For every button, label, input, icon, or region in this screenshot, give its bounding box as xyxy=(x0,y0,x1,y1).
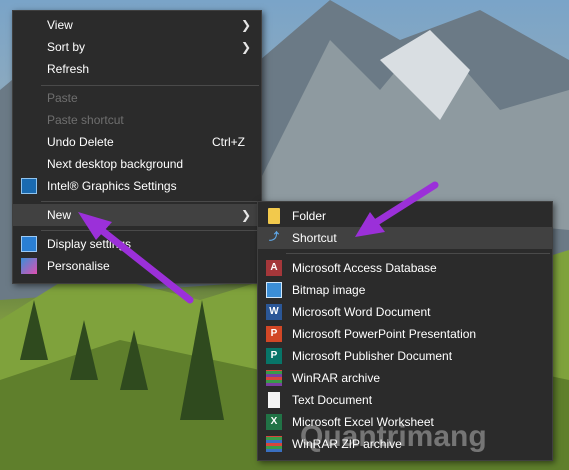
menu-item-shortcut-key: Ctrl+Z xyxy=(212,135,245,149)
menu-item-label: Bitmap image xyxy=(292,283,366,297)
menu-item-paste-shortcut: Paste shortcut xyxy=(13,109,261,131)
menu-item-label: Undo Delete xyxy=(47,135,114,149)
shortcut-icon: ⤴ xyxy=(269,232,279,243)
menu-item-label: WinRAR archive xyxy=(292,371,381,385)
tree xyxy=(20,300,48,360)
menu-item-label: Paste shortcut xyxy=(47,113,124,127)
menu-item-label: New xyxy=(47,208,72,222)
menu-item-display-settings[interactable]: Display settings xyxy=(13,233,261,255)
powerpoint-icon: P xyxy=(266,326,282,342)
menu-item-label: Sort by xyxy=(47,40,86,54)
text-document-icon xyxy=(268,392,280,408)
publisher-icon: P xyxy=(266,348,282,364)
menu-separator xyxy=(41,230,259,231)
menu-item-label: Microsoft Word Document xyxy=(292,305,431,319)
menu-item-label: Next desktop background xyxy=(47,157,184,171)
menu-item-personalise[interactable]: Personalise xyxy=(13,255,261,277)
bitmap-icon xyxy=(266,282,282,298)
submenu-item-winrar-archive[interactable]: WinRAR archive xyxy=(258,367,552,389)
winrar-icon xyxy=(266,370,282,386)
chevron-right-icon: ❯ xyxy=(240,208,251,222)
submenu-item-word-document[interactable]: W Microsoft Word Document xyxy=(258,301,552,323)
folder-icon xyxy=(268,208,280,224)
menu-item-refresh[interactable]: Refresh xyxy=(13,58,261,80)
chevron-right-icon: ❯ xyxy=(240,40,251,54)
tree xyxy=(70,320,98,380)
access-icon: A xyxy=(266,260,282,276)
submenu-item-folder[interactable]: Folder xyxy=(258,205,552,227)
menu-item-view[interactable]: View ❯ xyxy=(13,14,261,36)
menu-item-label: Folder xyxy=(292,209,327,223)
submenu-item-bitmap-image[interactable]: Bitmap image xyxy=(258,279,552,301)
menu-item-label: View xyxy=(47,18,73,32)
menu-item-undo-delete[interactable]: Undo Delete Ctrl+Z xyxy=(13,131,261,153)
menu-item-intel-graphics-settings[interactable]: Intel® Graphics Settings xyxy=(13,175,261,197)
intel-graphics-icon xyxy=(21,178,37,194)
display-icon xyxy=(21,236,37,252)
menu-item-label: Microsoft PowerPoint Presentation xyxy=(292,327,477,341)
desktop-context-menu: View ❯ Sort by ❯ Refresh Paste Paste sho… xyxy=(12,10,262,284)
menu-item-label: Intel® Graphics Settings xyxy=(47,179,177,193)
submenu-item-access-database[interactable]: A Microsoft Access Database xyxy=(258,257,552,279)
menu-item-label: Refresh xyxy=(47,62,90,76)
menu-item-paste: Paste xyxy=(13,87,261,109)
watermark-logo: Quantrimang xyxy=(300,420,487,453)
menu-item-label: Paste xyxy=(47,91,78,105)
tree xyxy=(180,300,224,420)
menu-item-label: Microsoft Access Database xyxy=(292,261,437,275)
submenu-item-powerpoint-presentation[interactable]: P Microsoft PowerPoint Presentation xyxy=(258,323,552,345)
menu-item-label: Personalise xyxy=(47,259,110,273)
menu-item-new[interactable]: New ❯ xyxy=(13,204,261,226)
excel-icon: X xyxy=(266,414,282,430)
menu-item-label: Microsoft Publisher Document xyxy=(292,349,453,363)
word-icon: W xyxy=(266,304,282,320)
menu-item-label: Shortcut xyxy=(292,231,337,245)
menu-item-sort-by[interactable]: Sort by ❯ xyxy=(13,36,261,58)
menu-separator xyxy=(41,85,259,86)
submenu-item-publisher-document[interactable]: P Microsoft Publisher Document xyxy=(258,345,552,367)
submenu-item-text-document[interactable]: Text Document xyxy=(258,389,552,411)
winrar-zip-icon xyxy=(266,436,282,452)
menu-item-label: Display settings xyxy=(47,237,132,251)
menu-item-next-desktop-background[interactable]: Next desktop background xyxy=(13,153,261,175)
chevron-right-icon: ❯ xyxy=(240,18,251,32)
tree xyxy=(120,330,148,390)
menu-item-label: Text Document xyxy=(292,393,373,407)
personalise-icon xyxy=(21,258,37,274)
menu-separator xyxy=(41,201,259,202)
menu-separator xyxy=(286,253,550,254)
submenu-item-shortcut[interactable]: ⤴ Shortcut xyxy=(258,227,552,249)
